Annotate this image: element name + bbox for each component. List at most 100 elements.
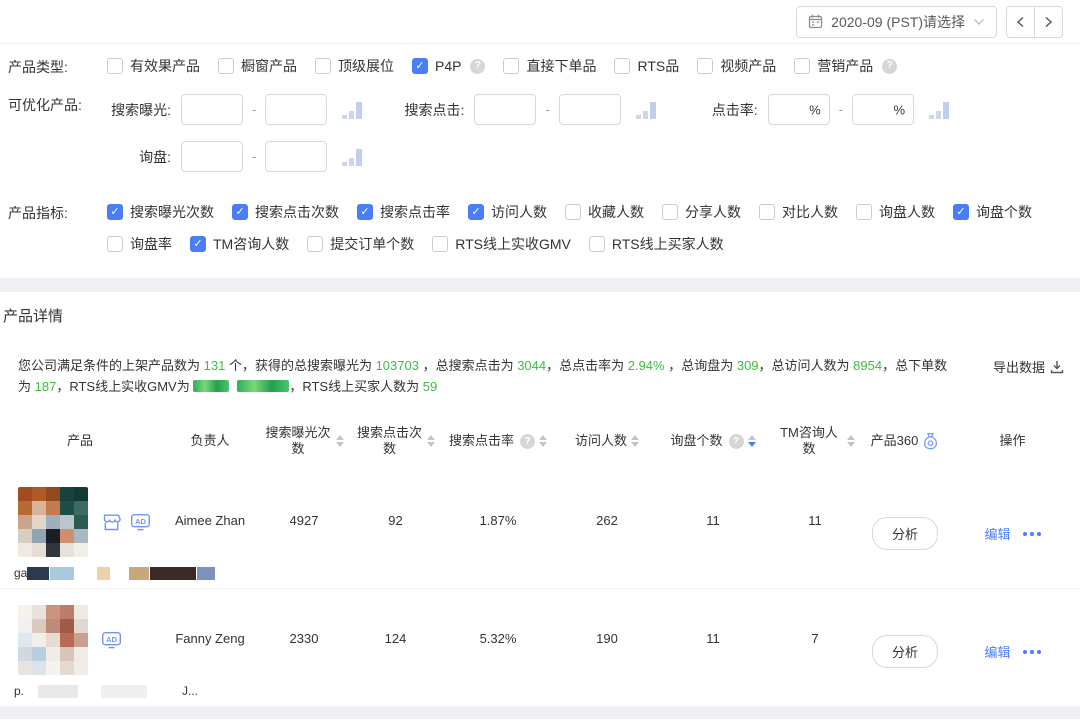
checkbox-询盘个数[interactable]: ✓ 询盘个数 [953, 202, 1032, 222]
sort-control-tm[interactable] [847, 435, 855, 447]
search-clicks-max-input[interactable] [559, 94, 621, 125]
checkbox-icon[interactable] [565, 204, 581, 220]
product-image[interactable] [18, 487, 88, 557]
inquiries-max-input[interactable] [265, 141, 327, 172]
sort-control-clicks[interactable] [427, 435, 435, 447]
checkbox-搜索点击次数[interactable]: ✓搜索点击次数 [232, 202, 339, 222]
checkbox-搜索曝光次数[interactable]: ✓搜索曝光次数 [107, 202, 214, 222]
checkbox-访问人数[interactable]: ✓ 访问人数 [468, 202, 547, 222]
help-icon[interactable]: ? [882, 59, 897, 74]
checkbox-icon[interactable] [662, 204, 678, 220]
checkbox-label: 收藏人数 [588, 202, 644, 222]
bar-chart-icon[interactable] [636, 101, 656, 119]
checkbox-分享人数[interactable]: 分享人数 [662, 202, 741, 222]
checkbox-搜索点击率[interactable]: ✓搜索点击率 [357, 202, 450, 222]
checkbox-收藏人数[interactable]: 收藏人数 [565, 202, 644, 222]
sort-control-visitors[interactable] [631, 435, 639, 447]
search-impressions-max-input[interactable] [265, 94, 327, 125]
checkbox-checked-icon[interactable]: ✓ [357, 204, 373, 220]
checkbox-直接下单品[interactable]: 直接下单品 [503, 56, 596, 76]
checkbox-对比人数[interactable]: 对比人数 [759, 202, 838, 222]
checkbox-TM咨询人数[interactable]: ✓TM咨询人数 [190, 234, 289, 254]
help-icon[interactable]: ? [520, 434, 535, 449]
checkbox-视频产品[interactable]: 视频产品 [697, 56, 776, 76]
edit-link[interactable]: 编辑 [984, 642, 1010, 661]
export-data-button[interactable]: 导出数据 [993, 355, 1064, 376]
checkbox-icon[interactable] [614, 58, 630, 74]
help-icon[interactable]: ? [470, 59, 485, 74]
bar-chart-icon[interactable] [929, 101, 949, 119]
metrics-label: 产品指标: [0, 202, 107, 224]
checkbox-询盘人数[interactable]: 询盘人数 [856, 202, 935, 222]
edit-link[interactable]: 编辑 [984, 524, 1010, 543]
checkbox-icon[interactable] [697, 58, 713, 74]
checkbox-label: RTS品 [637, 56, 679, 76]
checkbox-icon[interactable] [856, 204, 872, 220]
sort-control-impressions[interactable] [336, 435, 344, 447]
search-clicks-min-input[interactable] [474, 94, 536, 125]
owner-cell: Fanny Zeng [160, 605, 260, 698]
checkbox-icon[interactable] [107, 58, 123, 74]
range-label: 搜索曝光: [107, 100, 171, 120]
checkbox-P4P[interactable]: ✓P4P? [412, 56, 485, 76]
checkbox-label: 营销产品 [817, 56, 873, 76]
inquiries-min-input[interactable] [181, 141, 243, 172]
product-image[interactable] [18, 605, 88, 675]
search-impressions-min-input[interactable] [181, 94, 243, 125]
product-title-redacted [97, 567, 110, 580]
checkbox-icon[interactable] [759, 204, 775, 220]
checkbox-询盘率[interactable]: 询盘率 [107, 234, 172, 254]
checkbox-icon[interactable] [218, 58, 234, 74]
more-actions-button[interactable] [1023, 650, 1041, 654]
checkbox-icon[interactable] [432, 236, 448, 252]
checkbox-顶级展位[interactable]: 顶级展位 [315, 56, 394, 76]
checkbox-icon[interactable] [315, 58, 331, 74]
checkbox-icon[interactable] [307, 236, 323, 252]
analyze-button[interactable]: 分析 [872, 517, 938, 550]
summary-segment: ，RTS线上实收GMV为 [56, 379, 193, 394]
next-period-button[interactable] [1034, 6, 1063, 38]
checkbox-label: 询盘个数 [976, 202, 1032, 222]
checkbox-label: 访问人数 [491, 202, 547, 222]
column-label: 负责人 [190, 433, 229, 449]
sort-control-ctr[interactable] [539, 435, 547, 447]
checkbox-有效果产品[interactable]: 有效果产品 [107, 56, 200, 76]
more-actions-button[interactable] [1023, 532, 1041, 536]
checkbox-checked-icon[interactable]: ✓ [232, 204, 248, 220]
checkbox-icon[interactable] [107, 236, 123, 252]
checkbox-营销产品[interactable]: 营销产品? [794, 56, 897, 76]
metrics-row: 产品指标: ✓搜索曝光次数✓搜索点击次数✓搜索点击率✓访问人数收藏人数分享人数对… [0, 202, 1080, 254]
impressions-cell: 2330 [260, 605, 348, 698]
column-header-ctr: 搜索点击率? [443, 433, 553, 449]
range-label: 询盘: [107, 147, 171, 167]
checkbox-checked-icon[interactable]: ✓ [190, 236, 206, 252]
checkbox-RTS线上实收GMV[interactable]: RTS线上实收GMV [432, 234, 571, 254]
checkbox-RTS线上买家人数[interactable]: RTS线上买家人数 [589, 234, 724, 254]
checkbox-RTS品[interactable]: RTS品 [614, 56, 679, 76]
product-title-redacted [101, 685, 147, 698]
checkbox-icon[interactable] [589, 236, 605, 252]
checkbox-橱窗产品[interactable]: 橱窗产品 [218, 56, 297, 76]
money-bag-icon[interactable] [922, 432, 939, 451]
checkbox-checked-icon[interactable]: ✓ [953, 204, 969, 220]
checkbox-icon[interactable] [503, 58, 519, 74]
checkbox-提交订单个数[interactable]: 提交订单个数 [307, 234, 414, 254]
checkbox-label: 询盘人数 [879, 202, 935, 222]
prev-period-button[interactable] [1006, 6, 1035, 38]
checkbox-checked-icon[interactable]: ✓ [107, 204, 123, 220]
product-title-text: p. [14, 684, 24, 698]
bar-chart-icon[interactable] [342, 101, 362, 119]
export-data-label: 导出数据 [993, 357, 1045, 376]
checkbox-checked-icon[interactable]: ✓ [468, 204, 484, 220]
sort-control-inquiries[interactable] [748, 435, 756, 447]
date-picker[interactable]: 2020-09 (PST)请选择 [796, 6, 997, 38]
checkbox-label: 询盘率 [130, 234, 172, 254]
help-icon[interactable]: ? [729, 434, 744, 449]
bar-chart-icon[interactable] [342, 148, 362, 166]
analyze-button[interactable]: 分析 [872, 635, 938, 668]
checkbox-icon[interactable] [794, 58, 810, 74]
click-rate-min-input[interactable] [768, 94, 830, 125]
click-rate-max-input[interactable] [852, 94, 914, 125]
column-header-owner: 负责人 [160, 433, 260, 449]
checkbox-checked-icon[interactable]: ✓ [412, 58, 428, 74]
